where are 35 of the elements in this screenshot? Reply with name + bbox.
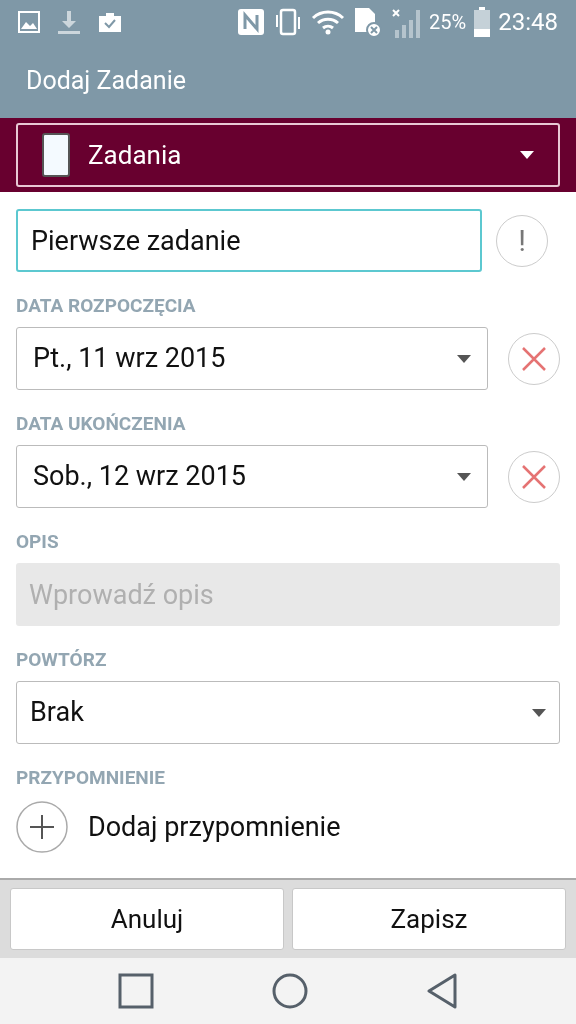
- section-label: DATA UKOŃCZENIA: [16, 414, 187, 433]
- clock: 23:48: [498, 7, 558, 38]
- action-button[interactable]: Anuluj: [10, 888, 284, 950]
- signal-icon: [391, 6, 422, 38]
- section-label: POWTÓRZ: [16, 650, 108, 669]
- dropdown-caret-icon: [457, 472, 471, 481]
- recent-apps-icon[interactable]: [118, 973, 154, 1009]
- home-icon[interactable]: [272, 973, 308, 1009]
- list-selector[interactable]: Zadania: [16, 123, 560, 187]
- close-icon: [521, 345, 547, 372]
- action-button[interactable]: Zapisz: [292, 888, 566, 950]
- dropdown-caret-icon: [457, 354, 471, 363]
- section-label: DATA ROZPOCZĘCIA: [16, 296, 197, 315]
- date-dropdown[interactable]: Sob., 12 wrz 2015: [16, 445, 488, 508]
- section-label: PRZYPOMNIENIE: [16, 768, 166, 787]
- download-icon: [56, 9, 82, 35]
- date-dropdown[interactable]: Pt., 11 wrz 2015: [16, 327, 488, 390]
- add-reminder-link[interactable]: Dodaj przypomnienie: [88, 806, 341, 848]
- battery-percent: 25%: [429, 9, 467, 36]
- section-label: OPIS: [16, 532, 60, 551]
- back-icon[interactable]: [426, 973, 458, 1009]
- task-title-field[interactable]: Pierwsze zadanie: [16, 209, 482, 272]
- image-icon: [18, 11, 40, 33]
- repeat-dropdown[interactable]: Brak: [16, 681, 560, 744]
- close-icon: [521, 463, 547, 490]
- app-bar-title: Dodaj Zadanie: [26, 65, 186, 98]
- dropdown-caret-icon: [532, 708, 546, 717]
- briefcase-check-icon: [98, 11, 122, 33]
- nfc-icon: [237, 8, 266, 36]
- add-icon[interactable]: [16, 801, 68, 853]
- wifi-icon: [311, 9, 346, 35]
- battery-icon: [474, 7, 491, 37]
- description-field[interactable]: Wprowadź opis: [16, 563, 560, 626]
- dropdown-caret-icon: [520, 151, 534, 159]
- phone-icon: [42, 133, 70, 177]
